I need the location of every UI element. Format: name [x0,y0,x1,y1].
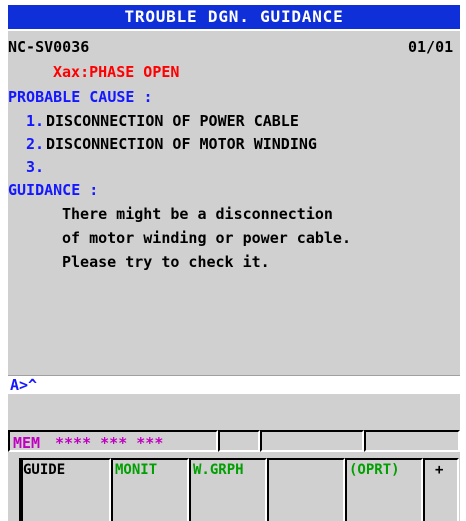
softkey-oprt-button[interactable]: (OPRT) [345,458,423,521]
status-box-2 [218,430,260,452]
cause-number-3: 3. [26,158,45,176]
softkey-bar: GUIDE MONIT W.GRPH (OPRT) + [8,458,460,521]
screen-title: TROUBLE DGN. GUIDANCE [8,5,460,29]
softkey-guide-label: GUIDE [23,462,66,478]
command-input-line[interactable]: A>^ [8,375,460,395]
softkey-monit-button[interactable]: MONIT [111,458,189,521]
guidance-line-2: of motor winding or power cable. [62,229,351,247]
softkey-blank-button[interactable] [267,458,345,521]
mode-status-box: MEM **** *** *** [8,430,218,452]
status-row: MEM **** *** *** [8,430,460,452]
command-prompt[interactable]: A>^ [10,375,37,395]
status-box-4 [364,430,460,452]
alarm-code: NC-SV0036 [8,38,90,56]
status-box-3 [260,430,364,452]
page-indicator: 01/01 [408,38,454,56]
softkey-guide-button[interactable]: GUIDE [19,458,111,521]
status-fields: **** *** *** [55,434,164,452]
guidance-heading: GUIDANCE : [8,181,99,199]
cause-number-1: 1. [26,112,45,130]
guidance-line-3: Please try to check it. [62,253,270,271]
cause-number-2: 2. [26,135,45,153]
cause-text-2: DISCONNECTION OF MOTOR WINDING [46,135,317,153]
mode-indicator: MEM [13,434,41,452]
trouble-diagnosis-screen: TROUBLE DGN. GUIDANCE NC-SV0036 01/01 Xa… [0,0,466,521]
softkey-wgrph-button[interactable]: W.GRPH [189,458,267,521]
softkey-oprt-label: (OPRT) [349,462,400,478]
guidance-line-1: There might be a disconnection [62,205,333,223]
softkey-next-button[interactable]: + [423,458,459,521]
softkey-next-label: + [435,462,444,478]
guidance-content-panel: NC-SV0036 01/01 Xax:PHASE OPEN PROBABLE … [8,31,460,375]
probable-cause-heading: PROBABLE CAUSE : [8,88,153,106]
cause-text-1: DISCONNECTION OF POWER CABLE [46,112,299,130]
alarm-message: Xax:PHASE OPEN [53,63,180,81]
softkey-monit-label: MONIT [115,462,158,478]
softkey-wgrph-label: W.GRPH [193,462,244,478]
